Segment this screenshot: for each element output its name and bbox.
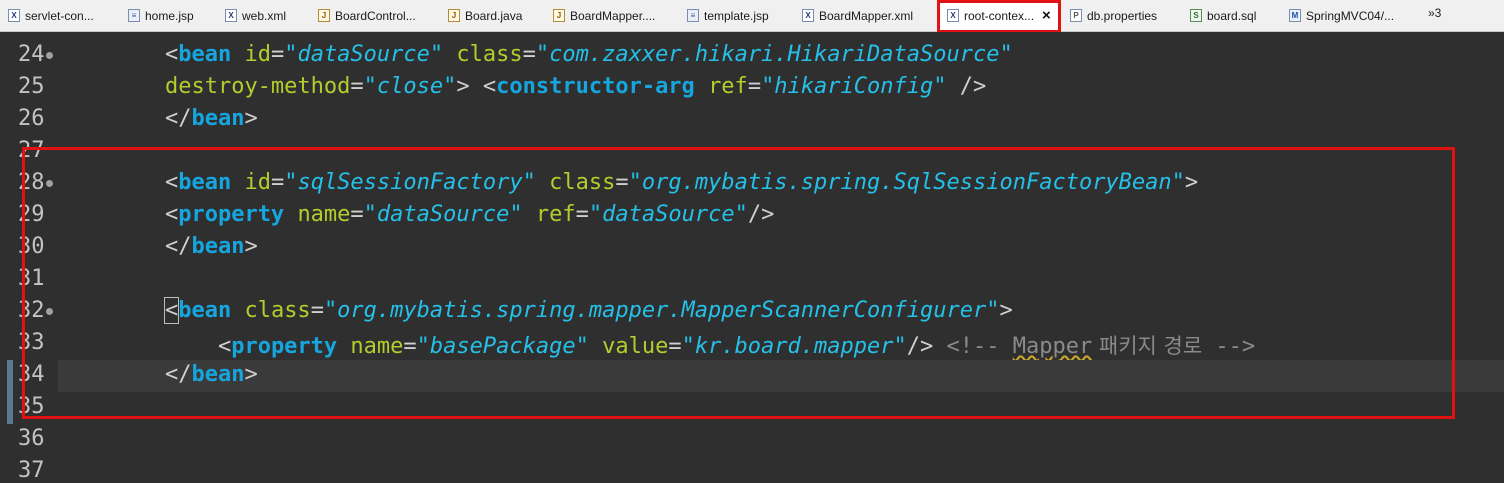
tab-label: BoardMapper.... — [570, 8, 656, 23]
code-line-35: 35 — [0, 392, 1504, 424]
tab-label: board.sql — [1207, 8, 1257, 23]
code-text: <property name="dataSource" ref="dataSou… — [164, 202, 775, 227]
code-text: </bean> — [164, 234, 258, 259]
close-icon[interactable]: × — [1042, 7, 1051, 24]
tab-board-mapper-java[interactable]: J BoardMapper.... — [553, 0, 655, 31]
line-number: 24 — [18, 42, 45, 67]
code-text: </bean> — [164, 362, 258, 387]
xml-comment: <!-- Mapper 패키지 경로 --> — [946, 334, 1256, 359]
line-gutter: 25 — [0, 72, 58, 104]
spelling-warning: Mapper — [1012, 334, 1093, 359]
code-line-24: 24 <bean id="dataSource" class="com.zaxx… — [0, 40, 1504, 72]
line-gutter: 29 — [0, 200, 58, 232]
line-gutter: 30 — [0, 232, 58, 264]
tab-label: BoardControl... — [335, 8, 416, 23]
line-number: 31 — [18, 266, 45, 291]
change-marker — [7, 360, 13, 424]
code-line-28: 28 <bean id="sqlSessionFactory" class="o… — [0, 168, 1504, 200]
line-gutter: 36 — [0, 424, 58, 456]
code-line-26: 26 </bean> — [0, 104, 1504, 136]
tab-overflow-button[interactable]: »3 — [1428, 6, 1441, 20]
fold-toggle-icon[interactable] — [46, 52, 53, 59]
editor-tab-bar: Xservlet-con... ≡ home.jsp Xweb.xml J Boar… — [0, 0, 1504, 33]
tab-label: web.xml — [242, 8, 287, 23]
tab-board-sql[interactable]: Sboard.sql — [1190, 0, 1256, 31]
code-text: </bean> — [164, 106, 258, 131]
fold-toggle-icon[interactable] — [46, 308, 53, 315]
xml-file-icon: X — [8, 9, 20, 22]
tab-board-controller[interactable]: J BoardControl... — [318, 0, 416, 31]
fold-toggle-icon[interactable] — [46, 180, 53, 187]
line-number: 27 — [18, 138, 45, 163]
tab-template-jsp[interactable]: ≡ template.jsp — [687, 0, 769, 31]
java-file-icon: J — [553, 9, 565, 22]
line-gutter: 33 — [0, 328, 58, 360]
line-number: 32 — [18, 298, 45, 323]
code-text: <bean id="dataSource" class="com.zaxxer.… — [164, 42, 1013, 67]
line-number: 26 — [18, 106, 45, 131]
line-gutter: 26 — [0, 104, 58, 136]
line-number: 37 — [18, 458, 45, 483]
line-number: 33 — [18, 330, 45, 355]
code-line-29: 29 <property name="dataSource" ref="data… — [0, 200, 1504, 232]
java-file-icon: J — [318, 9, 330, 22]
line-number: 36 — [18, 426, 45, 451]
code-text: <bean class="org.mybatis.spring.mapper.M… — [163, 297, 1013, 324]
line-number: 28 — [18, 170, 45, 195]
code-text: <bean id="sqlSessionFactory" class="org.… — [164, 170, 1199, 195]
tab-label: BoardMapper.xml — [819, 8, 914, 23]
line-gutter: 24 — [0, 40, 58, 72]
xml-file-icon: X — [802, 9, 814, 22]
code-editor[interactable]: 24 <bean id="dataSource" class="com.zaxx… — [0, 32, 1504, 483]
jsp-file-icon: ≡ — [687, 9, 699, 22]
tab-servlet-context[interactable]: Xservlet-con... — [8, 0, 94, 31]
line-gutter: 32 — [0, 296, 58, 328]
tab-board-java[interactable]: J Board.java — [448, 0, 522, 31]
tab-label: servlet-con... — [25, 8, 94, 23]
tab-board-mapper-xml[interactable]: X BoardMapper.xml — [802, 0, 913, 31]
tab-home-jsp[interactable]: ≡ home.jsp — [128, 0, 194, 31]
line-number: 25 — [18, 74, 45, 99]
line-number: 29 — [18, 202, 45, 227]
line-gutter: 28 — [0, 168, 58, 200]
code-line-34: 34 </bean> — [0, 360, 1504, 392]
code-line-27: 27 — [0, 136, 1504, 168]
xml-file-icon: X — [947, 9, 959, 22]
tab-label: SpringMVC04/... — [1306, 8, 1395, 23]
tab-web-xml[interactable]: Xweb.xml — [225, 0, 286, 31]
line-gutter: 31 — [0, 264, 58, 296]
code-text: destroy-method="close"> <constructor-arg… — [164, 74, 987, 99]
java-file-icon: J — [448, 9, 460, 22]
tab-label: template.jsp — [704, 8, 769, 23]
jsp-file-icon: ≡ — [128, 9, 140, 22]
code-line-37: 37 — [0, 456, 1504, 483]
line-number: 30 — [18, 234, 45, 259]
sql-file-icon: S — [1190, 9, 1202, 22]
properties-file-icon: P — [1070, 9, 1082, 22]
code-text: <property name="basePackage" value="kr.b… — [217, 334, 1256, 359]
code-line-31: 31 — [0, 264, 1504, 296]
tab-db-properties[interactable]: Pdb.properties — [1070, 0, 1157, 31]
code-line-36: 36 — [0, 424, 1504, 456]
line-gutter: 27 — [0, 136, 58, 168]
tab-label: home.jsp — [145, 8, 194, 23]
tab-label: db.properties — [1087, 8, 1158, 23]
mvc-file-icon: M — [1289, 9, 1301, 22]
code-line-30: 30 </bean> — [0, 232, 1504, 264]
code-line-32: 32 <bean class="org.mybatis.spring.mappe… — [0, 296, 1504, 328]
xml-file-icon: X — [225, 9, 237, 22]
line-number: 35 — [18, 394, 45, 419]
line-gutter: 37 — [0, 456, 58, 483]
line-number: 34 — [18, 362, 45, 387]
code-line-33: 33 <property name="basePackage" value="k… — [0, 328, 1504, 360]
tab-root-context[interactable]: Xroot-contex... × — [938, 0, 1060, 31]
tab-label: Board.java — [465, 8, 523, 23]
matching-bracket: < — [163, 297, 180, 324]
tab-springmvc04[interactable]: M SpringMVC04/... — [1289, 0, 1394, 31]
tab-label: root-contex... — [964, 8, 1035, 23]
code-line-25: 25 destroy-method="close"> <constructor-… — [0, 72, 1504, 104]
